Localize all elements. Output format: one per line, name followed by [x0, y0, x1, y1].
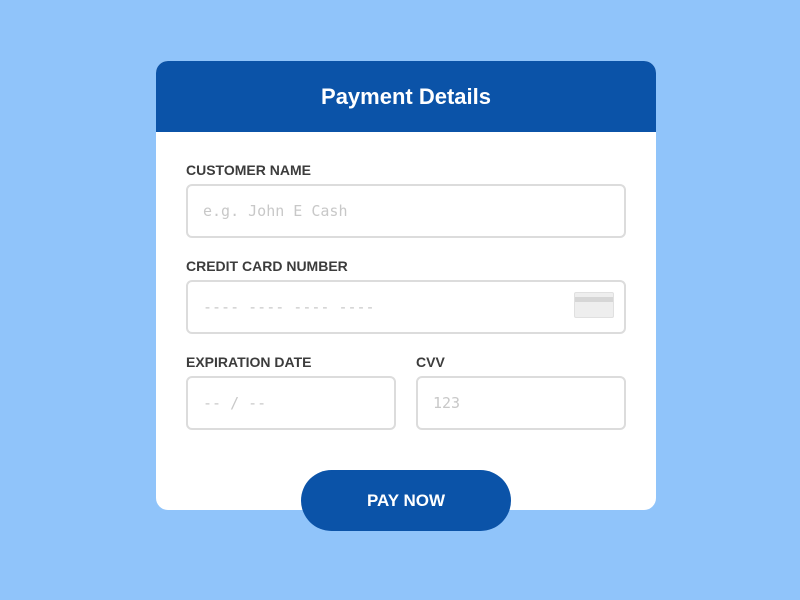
- page-title: Payment Details: [321, 83, 491, 109]
- card-number-input[interactable]: [186, 280, 626, 334]
- card-header: Payment Details: [156, 61, 656, 132]
- payment-card: Payment Details CUSTOMER NAME CREDIT CAR…: [156, 61, 656, 510]
- card-number-label: CREDIT CARD NUMBER: [186, 258, 348, 274]
- cvv-label: CVV: [416, 354, 445, 370]
- credit-card-icon: [574, 292, 614, 318]
- card-stripe: [575, 297, 613, 302]
- customer-name-field-group: CUSTOMER NAME: [186, 162, 626, 238]
- pay-now-button[interactable]: PAY NOW: [301, 470, 511, 531]
- expiration-field-group: EXPIRATION DATE: [186, 354, 396, 430]
- expiration-input[interactable]: [186, 376, 396, 430]
- customer-name-input[interactable]: [186, 184, 626, 238]
- card-number-field-group: CREDIT CARD NUMBER: [186, 258, 626, 334]
- cvv-input[interactable]: [416, 376, 626, 430]
- customer-name-label: CUSTOMER NAME: [186, 162, 311, 178]
- cvv-field-group: CVV: [416, 354, 626, 430]
- expiration-label: EXPIRATION DATE: [186, 354, 312, 370]
